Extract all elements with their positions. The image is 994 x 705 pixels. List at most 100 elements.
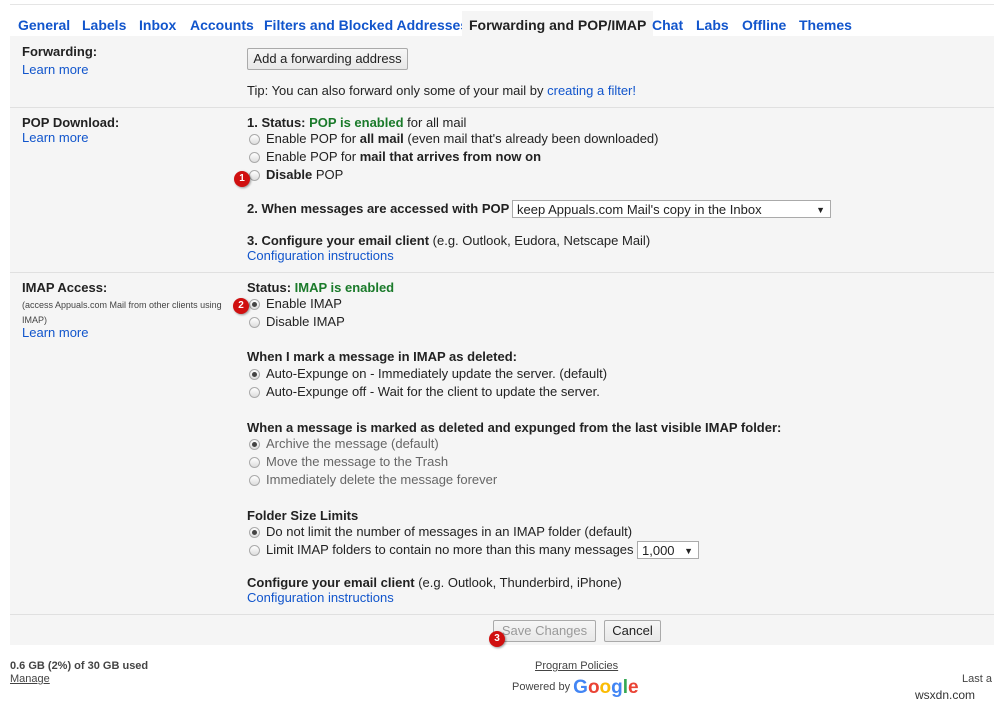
dropdown-arrow-icon: ▼ (816, 205, 825, 215)
tab-inbox[interactable]: Inbox (139, 17, 176, 33)
option-text: Immediately delete the message forever (266, 472, 498, 487)
select-value: keep Appuals.com Mail's copy in the Inbo… (517, 202, 762, 217)
google-logo: Google (573, 677, 639, 698)
radio[interactable] (249, 387, 260, 398)
imap-enable-option[interactable]: Enable IMAP (249, 296, 342, 312)
option-bold: Disable (266, 167, 313, 182)
option-text: Enable POP for (266, 149, 360, 164)
option-text: Auto-Expunge on - Immediately update the… (266, 366, 608, 381)
tab-themes[interactable]: Themes (799, 17, 852, 33)
dropdown-arrow-icon: ▼ (684, 546, 693, 556)
imap-disable-option[interactable]: Disable IMAP (249, 314, 345, 330)
delete-forever-option[interactable]: Immediately delete the message forever (249, 472, 497, 488)
pop-option-from-now[interactable]: Enable POP for mail that arrives from no… (249, 149, 541, 165)
tab-labels[interactable]: Labels (82, 17, 126, 33)
auto-expunge-off[interactable]: Auto-Expunge off - Wait for the client t… (249, 384, 600, 400)
imap-status: Status: IMAP is enabled (247, 280, 394, 296)
radio[interactable] (249, 475, 260, 486)
tip-text: Tip: You can also forward only some of y… (247, 83, 548, 98)
save-changes-button[interactable]: Save Changes (493, 620, 596, 642)
option-text: POP (312, 167, 344, 182)
folder-size-heading: Folder Size Limits (247, 508, 359, 523)
pop-option-all-mail[interactable]: Enable POP for all mail (even mail that'… (249, 131, 659, 147)
auto-expunge-on[interactable]: Auto-Expunge on - Immediately update the… (249, 366, 607, 382)
powered-by-text: Powered by (512, 681, 571, 693)
step-badge-1: 1 (234, 171, 250, 187)
radio[interactable] (249, 369, 260, 380)
create-filter-link[interactable]: creating a filter! (547, 83, 636, 98)
pop-configure: 3. Configure your email client (e.g. Out… (247, 233, 650, 249)
configure-label: Configure your email client (247, 575, 415, 590)
step-badge-2: 2 (233, 298, 249, 314)
tab-accounts[interactable]: Accounts (190, 17, 254, 33)
imap-configure: Configure your email client (e.g. Outloo… (247, 575, 622, 591)
pop-status-value: POP is enabled (309, 115, 404, 130)
settings-tabs: General Labels Inbox Accounts Filters an… (10, 4, 994, 41)
pop-label: POP Download: (22, 115, 120, 130)
imap-status-value: IMAP is enabled (294, 280, 395, 295)
program-policies-link[interactable]: Program Policies (535, 658, 618, 674)
step-badge-3: 3 (489, 631, 505, 647)
configure-hint: (e.g. Outlook, Thunderbird, iPhone) (414, 575, 622, 590)
tab-filters[interactable]: Filters and Blocked Addresses (264, 17, 468, 33)
radio[interactable] (249, 317, 260, 328)
radio[interactable] (249, 457, 260, 468)
option-text: Archive the message (default) (266, 436, 439, 451)
tab-labs[interactable]: Labs (696, 17, 729, 33)
pop-access-select[interactable]: keep Appuals.com Mail's copy in the Inbo… (512, 200, 831, 218)
radio[interactable] (249, 545, 260, 556)
divider (10, 272, 994, 273)
limit-option[interactable]: Limit IMAP folders to contain no more th… (249, 542, 634, 558)
option-bold: mail that arrives from now on (359, 149, 542, 164)
radio[interactable] (249, 134, 260, 145)
pop-option-disable[interactable]: Disable POP (249, 167, 343, 183)
option-text: Do not limit the number of messages in a… (266, 524, 633, 539)
option-text: Enable IMAP (266, 296, 342, 311)
option-text: Enable POP for (266, 131, 360, 146)
divider (10, 107, 994, 108)
configure-hint: (e.g. Outlook, Eudora, Netscape Mail) (429, 233, 651, 248)
last-activity: Last a (962, 673, 992, 685)
folder-limit-select[interactable]: 1,000 ▼ (637, 541, 699, 559)
radio[interactable] (249, 152, 260, 163)
radio[interactable] (249, 527, 260, 538)
option-text: Move the message to the Trash (266, 454, 449, 469)
select-value: 1,000 (642, 543, 675, 558)
imap-label: IMAP Access: (22, 280, 108, 295)
option-text: (even mail that's already been downloade… (403, 131, 659, 146)
pop-learn-more[interactable]: Learn more (22, 130, 88, 146)
option-text: Auto-Expunge off - Wait for the client t… (266, 384, 600, 399)
status-suffix: for all mail (403, 115, 467, 130)
radio[interactable] (249, 170, 260, 181)
pop-config-instructions-link[interactable]: Configuration instructions (247, 248, 394, 264)
pop-status: 1. Status: POP is enabled for all mail (247, 115, 466, 131)
configure-label: 3. Configure your email client (247, 233, 430, 248)
tab-chat[interactable]: Chat (652, 17, 683, 33)
forwarding-label: Forwarding: (22, 44, 98, 59)
imap-learn-more[interactable]: Learn more (22, 325, 88, 341)
imap-sub: (access Appuals.com Mail from other clie… (22, 300, 222, 310)
forwarding-tip: Tip: You can also forward only some of y… (247, 83, 636, 99)
trash-option[interactable]: Move the message to the Trash (249, 454, 448, 470)
status-prefix: 1. Status: (247, 115, 310, 130)
option-text: Disable IMAP (266, 314, 345, 329)
radio[interactable] (249, 439, 260, 450)
forwarding-learn-more[interactable]: Learn more (22, 62, 88, 78)
manage-link[interactable]: Manage (10, 671, 50, 687)
add-forwarding-address-button[interactable]: Add a forwarding address (247, 48, 408, 70)
imap-config-instructions-link[interactable]: Configuration instructions (247, 590, 394, 606)
deleted-heading: When I mark a message in IMAP as deleted… (247, 349, 517, 364)
radio[interactable] (249, 299, 260, 310)
watermark: wsxdn.com (915, 688, 976, 702)
divider (10, 614, 994, 615)
option-bold: all mail (359, 131, 404, 146)
option-text: Limit IMAP folders to contain no more th… (266, 542, 634, 557)
powered-by: Powered by Google (512, 677, 639, 698)
cancel-button[interactable]: Cancel (604, 620, 661, 642)
pop-access-label: 2. When messages are accessed with POP (247, 201, 510, 216)
archive-option[interactable]: Archive the message (default) (249, 436, 439, 452)
no-limit-option[interactable]: Do not limit the number of messages in a… (249, 524, 632, 540)
tab-offline[interactable]: Offline (742, 17, 786, 33)
expunged-heading: When a message is marked as deleted and … (247, 420, 782, 435)
tab-general[interactable]: General (18, 17, 70, 33)
